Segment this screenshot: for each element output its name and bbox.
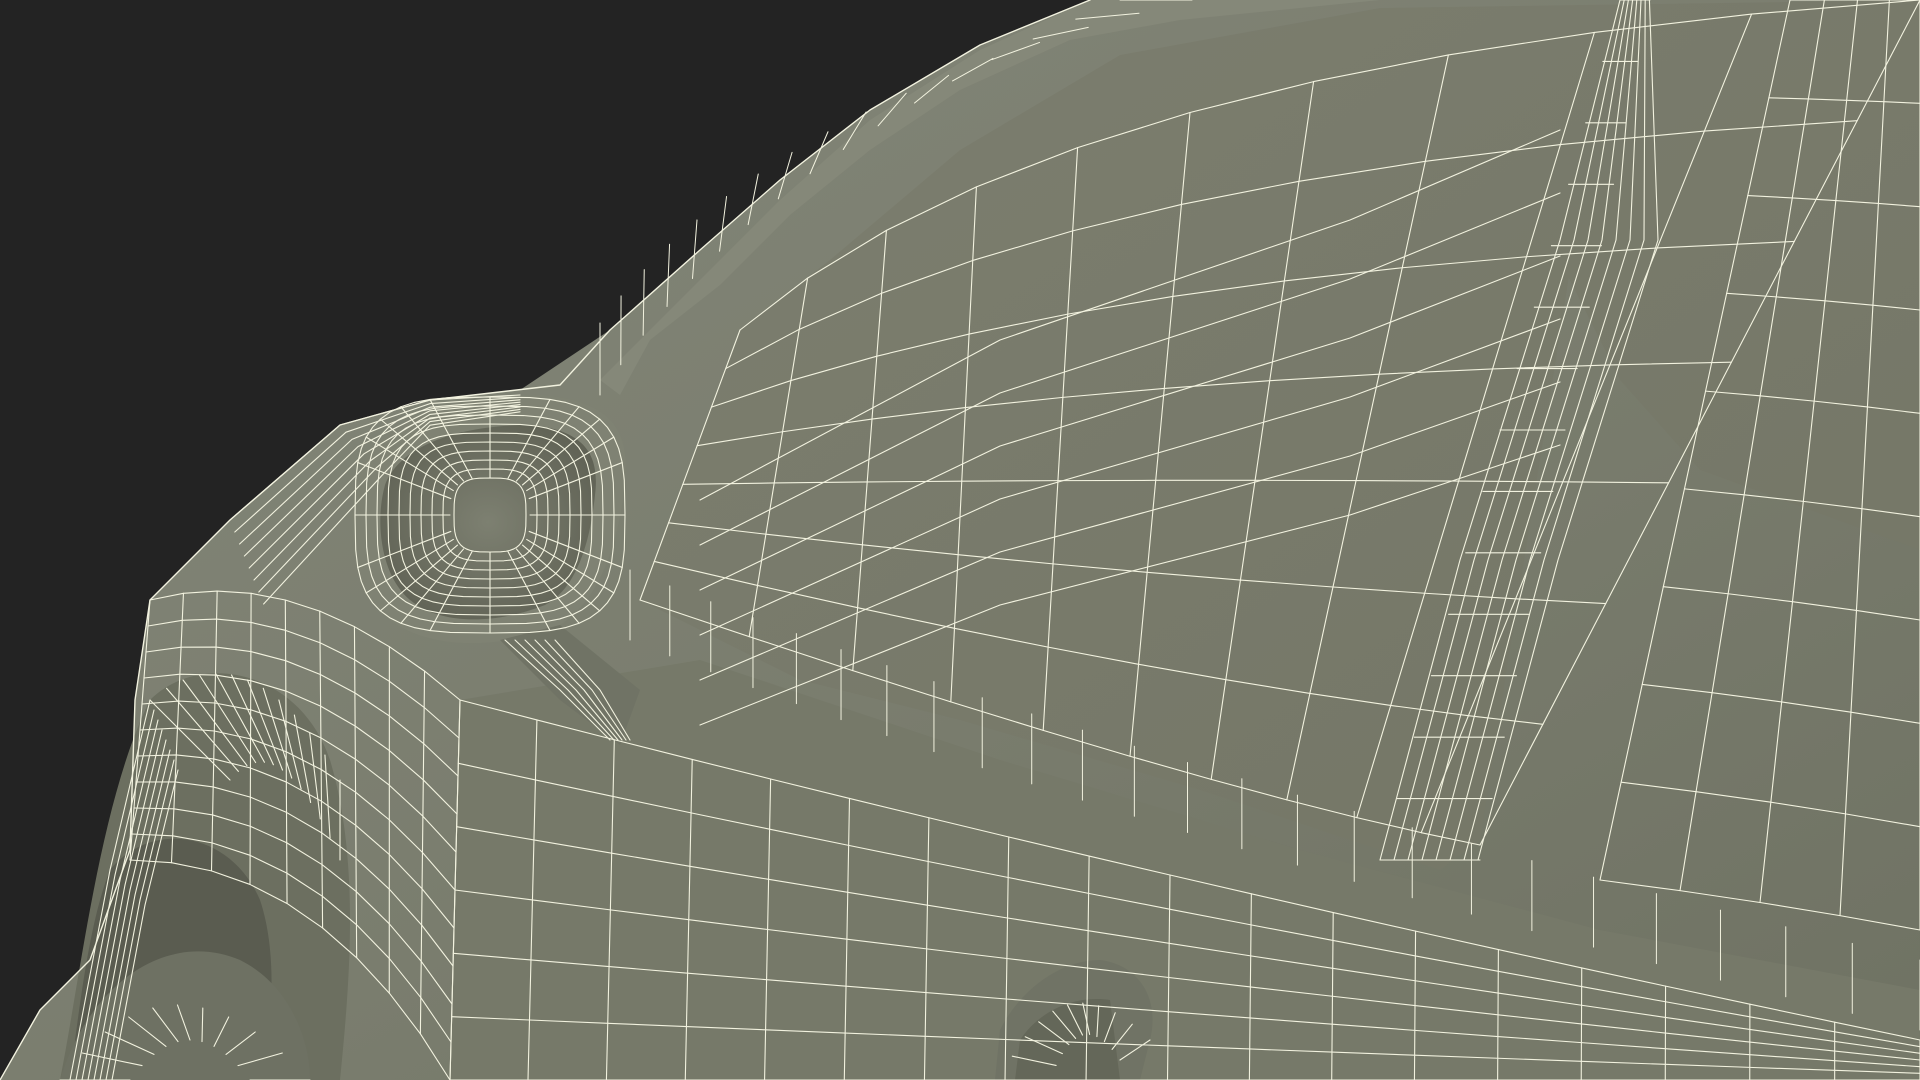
wireframe-render <box>0 0 1920 1080</box>
door-edge <box>1497 949 1499 1080</box>
render-viewport <box>0 0 1920 1080</box>
